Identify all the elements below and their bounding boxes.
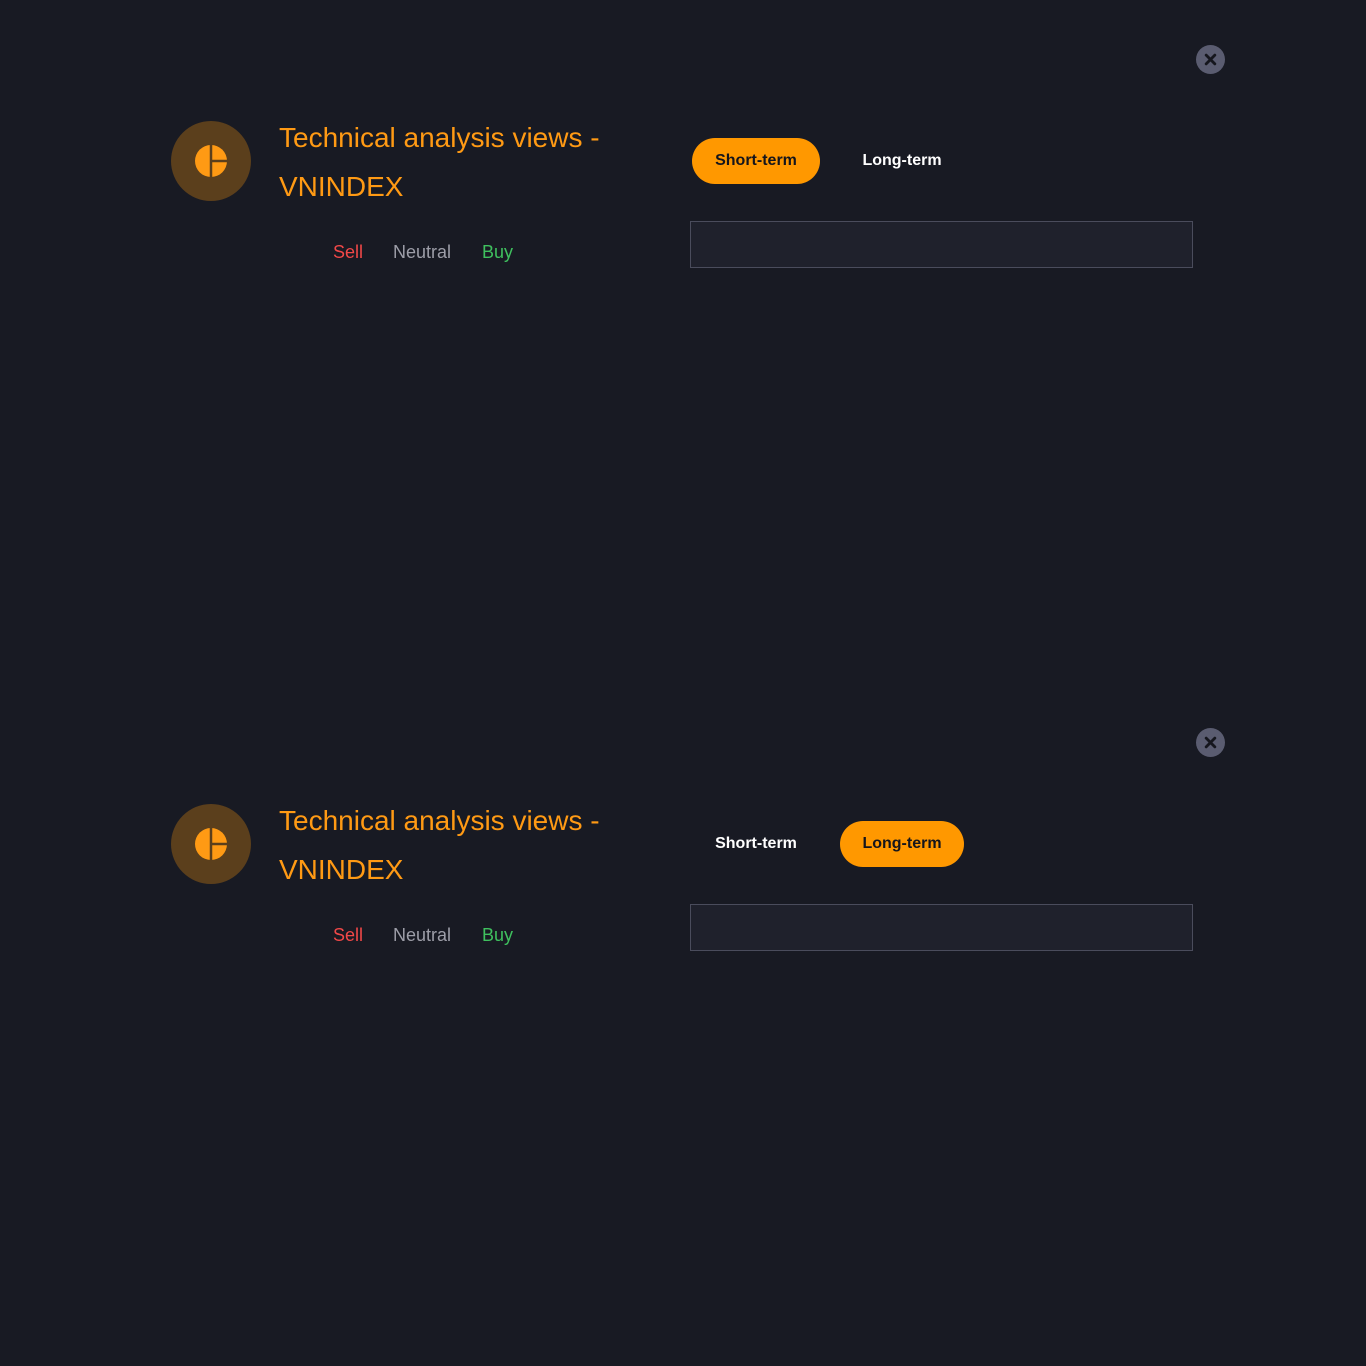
legend-sell: Sell (333, 925, 364, 945)
tab-short-term[interactable]: Short-term (692, 821, 820, 867)
analysis-content-area (690, 904, 1193, 951)
analysis-panel-short-term: Technical analysis views - VNINDEX Sell … (0, 0, 1366, 683)
logo-avatar (171, 121, 251, 201)
legend-buy: Buy (482, 242, 514, 262)
close-button[interactable] (1196, 45, 1225, 74)
legend-sell: Sell (333, 242, 364, 262)
logo-avatar (171, 804, 251, 884)
legend-buy: Buy (482, 925, 514, 945)
close-icon (1204, 53, 1217, 66)
legend-neutral: Neutral (393, 925, 452, 945)
legend-neutral: Neutral (393, 242, 452, 262)
close-button[interactable] (1196, 728, 1225, 757)
tab-short-term[interactable]: Short-term (692, 138, 820, 184)
analysis-panel-long-term: Technical analysis views - VNINDEX Sell … (0, 683, 1366, 1366)
pie-chart-icon (195, 828, 227, 860)
close-icon (1204, 736, 1217, 749)
pie-chart-icon (195, 145, 227, 177)
tab-long-term[interactable]: Long-term (840, 138, 964, 184)
analysis-content-area (690, 221, 1193, 268)
page-title: Technical analysis views - VNINDEX (279, 122, 600, 202)
tab-long-term[interactable]: Long-term (840, 821, 964, 867)
page-title: Technical analysis views - VNINDEX (279, 805, 600, 885)
